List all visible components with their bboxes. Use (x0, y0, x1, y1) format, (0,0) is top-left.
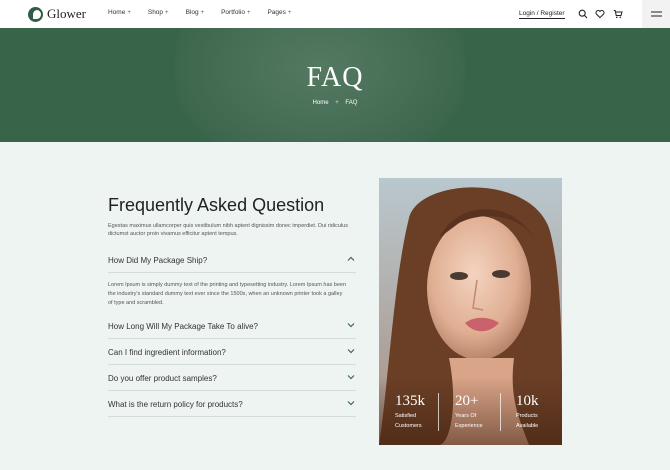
chevron-down-icon (347, 323, 355, 328)
plus-icon: + (246, 9, 251, 16)
plus-icon: + (287, 9, 292, 16)
hero-banner: FAQ Home + FAQ (0, 28, 670, 142)
nav-item-pages[interactable]: Pages + (267, 9, 291, 16)
faq-question: How Did My Package Ship? (108, 256, 208, 265)
heart-icon[interactable] (595, 9, 605, 19)
faq-item[interactable]: What is the return policy for products? (108, 395, 356, 417)
nav-label: Pages (267, 9, 286, 16)
faq-question: What is the return policy for products? (108, 400, 243, 409)
nav-item-portfolio[interactable]: Portfolio + (221, 9, 250, 16)
stat-products: 10k Products Available (516, 393, 539, 430)
stat-label-line1: Years Of (455, 413, 477, 419)
stat-experience: 20+ Years Of Experience (455, 393, 483, 430)
faq-item[interactable]: Can I find ingredient information? (108, 343, 356, 365)
faq-item[interactable]: How Long Will My Package Take To alive? (108, 317, 356, 339)
faq-item[interactable]: Do you offer product samples? (108, 369, 356, 391)
stat-customers: 135k Satisfied Customers (395, 393, 425, 430)
chevron-down-icon (347, 349, 355, 354)
chevron-down-icon (347, 375, 355, 380)
faq-question: Can I find ingredient information? (108, 348, 226, 357)
stat-label-line2: Customers (395, 423, 422, 429)
faq-description: Egestas maximus ullamcorper quis vestibu… (108, 223, 348, 237)
breadcrumb: Home + FAQ (0, 100, 670, 106)
stat-number: 135k (395, 393, 425, 409)
menu-button[interactable] (642, 0, 670, 28)
model-image-card: 135k Satisfied Customers 20+ Years Of Ex… (379, 178, 562, 445)
chevron-down-icon (347, 401, 355, 406)
breadcrumb-home[interactable]: Home (313, 100, 329, 106)
stats-overlay: 135k Satisfied Customers 20+ Years Of Ex… (379, 377, 562, 445)
logo-icon (28, 6, 43, 22)
nav-label: Blog (185, 9, 199, 16)
plus-icon: + (127, 9, 131, 16)
site-header: Glower Home + Shop + Blog + Portfolio + Page… (0, 0, 670, 28)
nav-label: Home (108, 9, 126, 16)
faq-question: Do you offer product samples? (108, 374, 217, 383)
main-nav: Home + Shop + Blog + Portfolio + Pages + (108, 9, 308, 16)
nav-label: Shop (147, 9, 164, 16)
page-title: FAQ (306, 62, 364, 93)
search-icon[interactable] (578, 9, 588, 19)
login-register-link[interactable]: Login / Register (519, 10, 565, 19)
cart-icon[interactable] (613, 9, 623, 19)
stat-label-line1: Satisfied (395, 413, 417, 419)
stat-divider (500, 393, 501, 431)
plus-icon: + (200, 9, 205, 16)
menu-icon (650, 11, 662, 17)
logo[interactable]: Glower (28, 6, 86, 22)
nav-label: Portfolio (221, 9, 245, 16)
faq-question: How Long Will My Package Take To alive? (108, 322, 258, 331)
faq-answer: Lorem Ipsum is simply dummy text of the … (108, 282, 347, 306)
faq-heading: Frequently Asked Question (108, 195, 325, 215)
stat-divider (438, 393, 439, 431)
stat-number: 20+ (455, 393, 479, 409)
logo-text: Glower (47, 6, 86, 21)
chevron-up-icon (347, 256, 355, 261)
stat-number: 10k (516, 393, 539, 409)
nav-item-blog[interactable]: Blog + (186, 9, 205, 16)
faq-item[interactable]: How Did My Package Ship? (108, 251, 356, 273)
stat-label-line2: Available (516, 423, 539, 429)
stat-label-line1: Products (516, 413, 538, 419)
breadcrumb-current: FAQ (345, 100, 358, 106)
nav-item-shop[interactable]: Shop + (148, 9, 169, 16)
breadcrumb-separator: + (335, 100, 339, 106)
stat-label-line2: Experience (455, 423, 483, 429)
plus-icon: + (165, 9, 169, 16)
nav-item-home[interactable]: Home + (108, 9, 131, 16)
